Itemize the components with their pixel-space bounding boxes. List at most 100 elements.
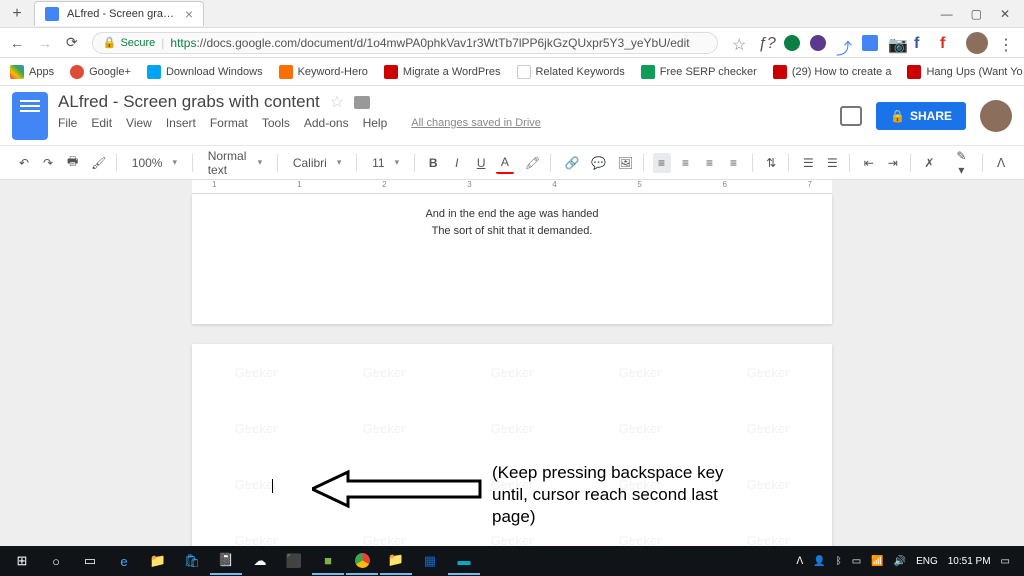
print-button[interactable]: 🖶 [62, 149, 80, 176]
menu-edit[interactable]: Edit [91, 116, 112, 130]
close-tab-icon[interactable]: × [185, 6, 193, 22]
taskbar-app[interactable]: 🛍 [176, 547, 208, 575]
taskbar-app[interactable]: ■ [312, 547, 344, 575]
minimize-icon[interactable]: — [941, 7, 953, 21]
document-canvas[interactable]: 11234567 And in the end the age was hand… [0, 180, 1024, 576]
bookmark-item[interactable]: Free SERP checker [641, 65, 757, 79]
align-left-button[interactable]: ≡ [653, 153, 671, 173]
bluetooth-icon[interactable]: ᛒ [836, 556, 842, 567]
taskbar-app[interactable]: e [108, 547, 140, 575]
undo-button[interactable]: ↶ [14, 153, 32, 173]
docs-logo-icon[interactable] [12, 92, 48, 140]
ext-icon[interactable]: f [940, 35, 956, 51]
page-text-line[interactable]: The sort of shit that it demanded. [272, 223, 752, 240]
profile-avatar[interactable] [966, 32, 988, 54]
notifications-icon[interactable]: ▭ [1001, 556, 1010, 567]
link-button[interactable]: 🔗 [559, 153, 580, 173]
account-avatar[interactable] [980, 100, 1012, 132]
document-title[interactable]: ALfred - Screen grabs with content [58, 92, 320, 112]
horizontal-ruler[interactable]: 11234567 [192, 180, 832, 194]
cortana-button[interactable]: ○ [40, 547, 72, 575]
bulleted-list-button[interactable]: ☰ [822, 153, 840, 173]
new-tab-button[interactable]: + [8, 5, 26, 23]
bookmark-item[interactable]: Keyword-Hero [279, 65, 368, 79]
document-page[interactable]: And in the end the age was handed The so… [192, 194, 832, 324]
volume-icon[interactable]: 🔊 [894, 556, 906, 567]
taskbar-app[interactable]: 📓 [210, 547, 242, 575]
taskbar-chrome[interactable] [346, 547, 378, 575]
menu-view[interactable]: View [126, 116, 152, 130]
taskbar-app[interactable]: ▦ [414, 547, 446, 575]
numbered-list-button[interactable]: ☰ [798, 153, 816, 173]
clock[interactable]: 10:51 PM [948, 556, 991, 567]
taskbar-app[interactable]: ▬ [448, 547, 480, 575]
taskbar-app[interactable]: ⬛ [278, 547, 310, 575]
browser-tab[interactable]: ALfred - Screen grabs wi × [34, 1, 204, 26]
ext-icon[interactable] [784, 35, 800, 51]
align-right-button[interactable]: ≡ [701, 153, 719, 173]
taskbar-app[interactable]: ☁ [244, 547, 276, 575]
redo-button[interactable]: ↷ [38, 153, 56, 173]
document-page[interactable]: GeekerGeekerGeekerGeekerGeeker GeekerGee… [192, 344, 832, 576]
people-icon[interactable]: 👤 [813, 556, 825, 567]
bookmark-item[interactable]: Hang Ups (Want Yo [907, 65, 1022, 79]
tray-icon[interactable]: ᐱ [796, 556, 803, 567]
comments-icon[interactable] [840, 106, 862, 126]
menu-format[interactable]: Format [210, 116, 248, 130]
language-indicator[interactable]: ENG [916, 556, 938, 567]
menu-help[interactable]: Help [363, 116, 388, 130]
task-view-button[interactable]: ▭ [74, 547, 106, 575]
share-button[interactable]: 🔒 SHARE [876, 102, 966, 130]
ext-icon[interactable]: f [914, 35, 930, 51]
paint-format-button[interactable]: 🖌 [86, 153, 107, 173]
align-center-button[interactable]: ≡ [677, 153, 695, 173]
star-icon[interactable]: ☆ [732, 35, 748, 51]
taskbar-app[interactable]: 📁 [142, 547, 174, 575]
ext-icon[interactable] [810, 35, 826, 51]
menu-addons[interactable]: Add-ons [304, 116, 349, 130]
hide-menus-button[interactable]: ᐱ [992, 153, 1010, 173]
bookmark-item[interactable]: Related Keywords [517, 65, 625, 79]
editing-mode-button[interactable]: ✎ ▾ [949, 146, 973, 180]
menu-insert[interactable]: Insert [166, 116, 196, 130]
bookmark-item[interactable]: Google+ [70, 65, 131, 79]
ext-icon[interactable]: ƒ? [758, 35, 774, 51]
page-text-line[interactable]: And in the end the age was handed [272, 206, 752, 223]
star-icon[interactable]: ☆ [330, 92, 344, 112]
italic-button[interactable]: I [448, 153, 466, 173]
fontsize-select[interactable]: 11 [366, 154, 405, 172]
image-button[interactable]: 🖼 [613, 153, 634, 173]
folder-icon[interactable] [354, 96, 370, 109]
bookmark-item[interactable]: Download Windows [147, 65, 263, 79]
align-justify-button[interactable]: ≡ [725, 153, 743, 173]
back-button[interactable]: ← [10, 35, 24, 51]
close-window-icon[interactable]: ✕ [1000, 7, 1010, 21]
menu-tools[interactable]: Tools [262, 116, 290, 130]
bold-button[interactable]: B [424, 153, 442, 173]
indent-increase-button[interactable]: ⇥ [883, 153, 901, 173]
font-select[interactable]: Calibri [287, 154, 348, 172]
text-color-button[interactable]: A [496, 152, 514, 174]
zoom-select[interactable]: 100% [126, 154, 183, 172]
menu-file[interactable]: File [58, 116, 77, 130]
start-button[interactable]: ⊞ [6, 547, 38, 575]
menu-icon[interactable]: ⋮ [998, 35, 1014, 51]
battery-icon[interactable]: ▭ [852, 556, 861, 567]
line-spacing-button[interactable]: ⇅ [761, 153, 779, 173]
url-input[interactable]: 🔒 Secure | https://docs.google.com/docum… [92, 32, 718, 54]
forward-button[interactable]: → [38, 35, 52, 51]
comment-button[interactable]: 💬 [586, 153, 607, 173]
bookmark-item[interactable]: Migrate a WordPres [384, 65, 501, 79]
save-status[interactable]: All changes saved in Drive [411, 117, 541, 129]
underline-button[interactable]: U [472, 153, 490, 173]
style-select[interactable]: Normal text [202, 147, 268, 179]
indent-decrease-button[interactable]: ⇤ [859, 153, 877, 173]
wifi-icon[interactable]: 📶 [871, 556, 883, 567]
ext-icon[interactable] [862, 35, 878, 51]
maximize-icon[interactable]: ▢ [971, 7, 982, 21]
reload-button[interactable]: ⟳ [66, 34, 78, 51]
ext-icon[interactable]: ⤴ [836, 35, 852, 51]
ext-icon[interactable]: 📷 [888, 35, 904, 51]
taskbar-app[interactable]: 📁 [380, 547, 412, 575]
bookmark-item[interactable]: (29) How to create a [773, 65, 892, 79]
